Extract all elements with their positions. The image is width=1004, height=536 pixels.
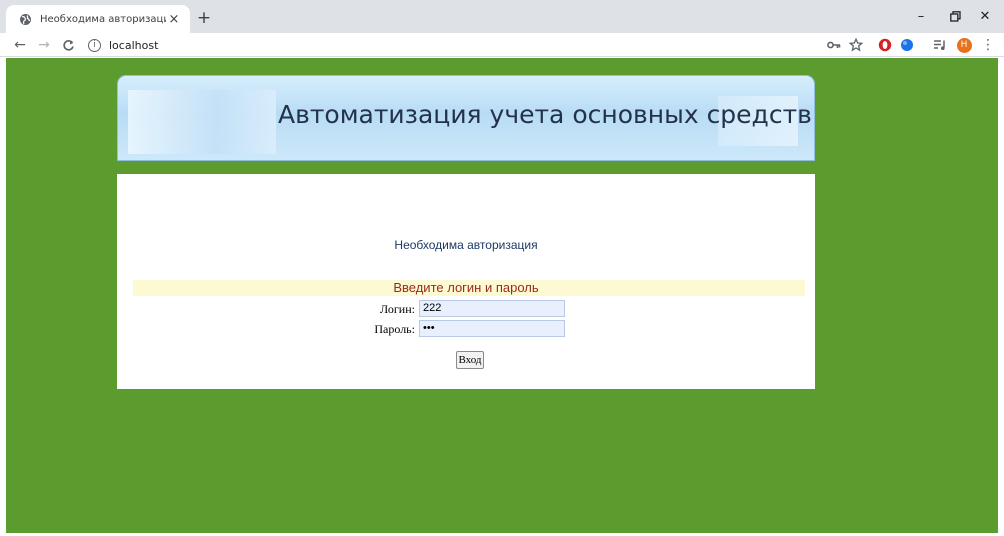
globe-icon xyxy=(18,12,32,26)
bookmark-star-icon[interactable] xyxy=(848,37,864,53)
key-icon[interactable] xyxy=(826,37,842,53)
reload-icon xyxy=(62,39,74,51)
tab-title: Необходима авторизация xyxy=(40,13,166,25)
restore-icon xyxy=(949,10,961,22)
banner-decoration xyxy=(128,90,276,154)
new-tab-button[interactable]: + xyxy=(195,8,213,28)
login-panel: Необходима авторизация Введите логин и п… xyxy=(117,174,815,389)
login-button[interactable]: Вход xyxy=(456,351,484,369)
browser-tab[interactable]: Необходима авторизация × xyxy=(6,5,190,33)
close-window-button[interactable]: ✕ xyxy=(970,5,1000,27)
minimize-button[interactable]: – xyxy=(906,5,936,27)
restore-button[interactable] xyxy=(940,5,970,27)
profile-avatar[interactable]: Н xyxy=(956,37,972,53)
login-hint: Введите логин и пароль xyxy=(393,280,539,295)
opera-extension-icon[interactable] xyxy=(877,37,893,53)
menu-kebab-icon[interactable]: ⋮ xyxy=(980,37,996,53)
blue-extension-icon[interactable] xyxy=(899,37,915,53)
tab-close-icon[interactable]: × xyxy=(166,11,182,27)
auth-required-message: Необходима авторизация xyxy=(394,238,538,252)
login-input[interactable]: 222 xyxy=(419,300,565,317)
password-input[interactable]: ••• xyxy=(419,320,565,337)
password-label: Пароль: xyxy=(374,322,415,336)
media-control-icon[interactable] xyxy=(932,37,948,53)
url-text[interactable]: localhost xyxy=(109,39,158,52)
site-info-icon[interactable]: i xyxy=(88,38,101,52)
back-button[interactable]: ← xyxy=(10,35,30,55)
login-label: Логин: xyxy=(380,302,415,316)
header-banner: Автоматизация учета основных средств xyxy=(117,75,815,161)
browser-toolbar: ← → i localhost Н ⋮ xyxy=(0,33,1004,57)
address-bar[interactable]: i localhost xyxy=(84,35,810,55)
forward-button[interactable]: → xyxy=(34,35,54,55)
reload-button[interactable] xyxy=(58,35,78,55)
profile-initial: Н xyxy=(956,37,972,53)
tab-strip: Необходима авторизация × + – ✕ xyxy=(0,0,1004,33)
page-title: Автоматизация учета основных средств xyxy=(278,100,812,129)
page-body: Автоматизация учета основных средств Нео… xyxy=(6,58,998,533)
